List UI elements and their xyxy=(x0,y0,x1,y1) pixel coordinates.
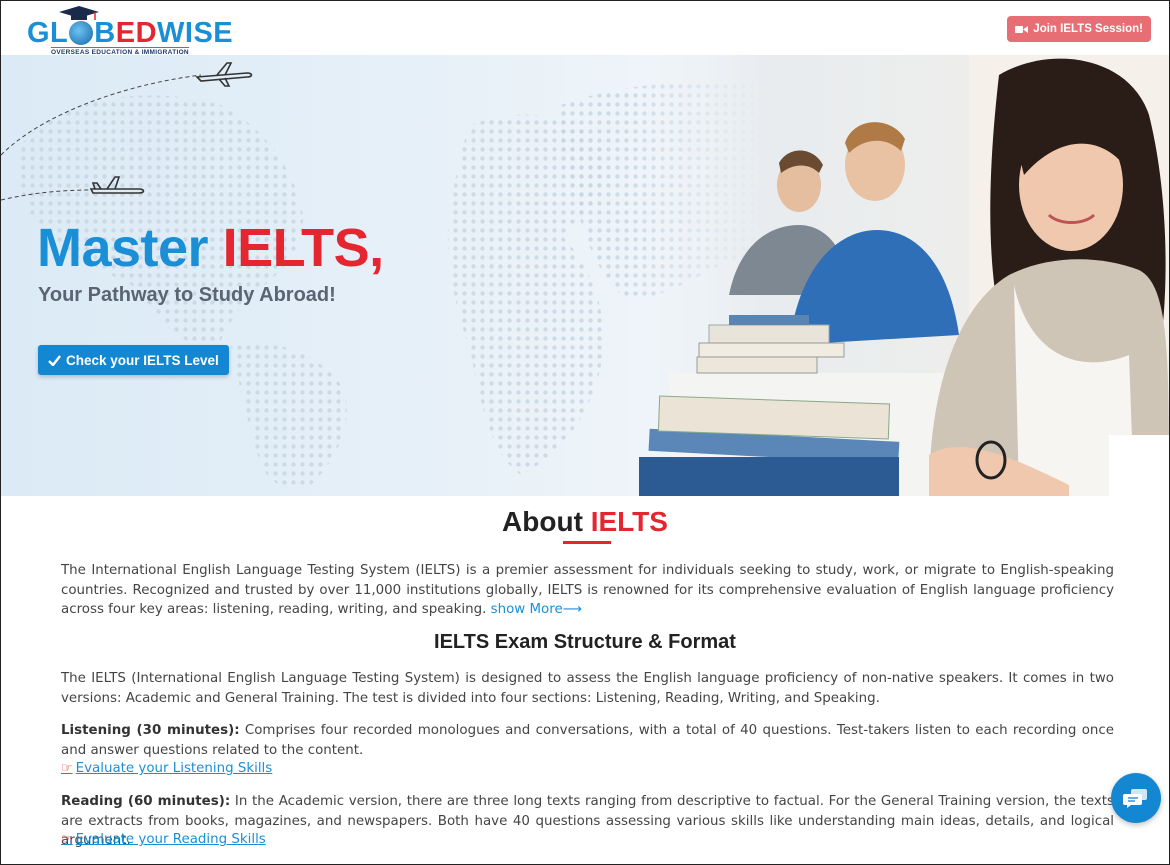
heading-underline xyxy=(563,541,611,544)
pointing-hand-icon: ☞ xyxy=(61,761,73,776)
students-studying-image xyxy=(629,55,1169,496)
airplane-icon xyxy=(89,176,145,194)
join-ielts-session-button[interactable]: Join IELTS Session! xyxy=(1007,16,1151,42)
logo-wordmark: GL BEDWISE xyxy=(27,17,234,49)
site-header: GL BEDWISE OVERSEAS EDUCATION & IMMIGRATI… xyxy=(1,1,1169,56)
hero-banner: Master IELTS, Your Pathway to Study Abro… xyxy=(1,55,1169,496)
globedwise-logo[interactable]: GL BEDWISE OVERSEAS EDUCATION & IMMIGRATI… xyxy=(27,5,233,56)
video-camera-icon xyxy=(1015,25,1029,33)
chat-bubble-icon xyxy=(1123,789,1147,808)
hero-title: Master IELTS, xyxy=(37,218,384,278)
exam-structure-intro: The IELTS (International English Languag… xyxy=(61,671,1114,706)
about-paragraph: The International English Language Testi… xyxy=(61,563,1114,617)
join-button-label: Join IELTS Session! xyxy=(1033,23,1143,35)
chat-widget-button[interactable] xyxy=(1111,773,1161,823)
check-ielts-level-button[interactable]: Check your IELTS Level xyxy=(38,345,229,375)
about-ielts-heading: About IELTS xyxy=(502,506,668,537)
airplane-icon xyxy=(195,62,253,87)
evaluate-listening-link[interactable]: ☞ Evaluate your Listening Skills xyxy=(61,761,272,776)
listening-section-text: Listening (30 minutes): Comprises four r… xyxy=(61,723,1114,758)
checkmark-icon xyxy=(48,354,61,366)
check-button-label: Check your IELTS Level xyxy=(66,352,219,368)
show-more-link[interactable]: show More⟶ xyxy=(491,602,582,617)
hero-subtitle: Your Pathway to Study Abroad! xyxy=(38,284,336,306)
evaluate-reading-link[interactable]: ☞ Evaluate your Reading Skills xyxy=(61,832,266,847)
globe-icon xyxy=(69,21,94,45)
exam-structure-heading: IELTS Exam Structure & Format xyxy=(434,631,736,653)
pointing-hand-icon: ☞ xyxy=(61,832,73,847)
